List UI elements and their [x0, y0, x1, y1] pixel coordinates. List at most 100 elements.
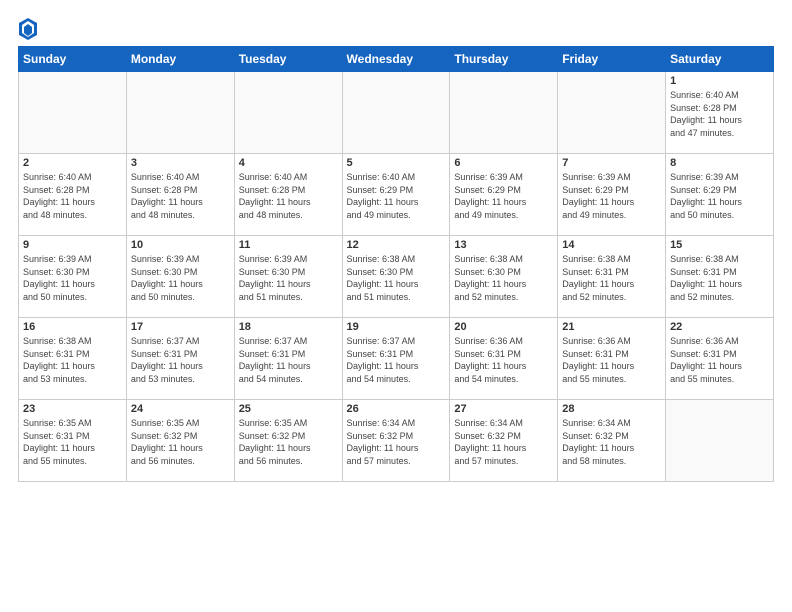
day-number: 1 [670, 75, 769, 87]
day-cell: 23 Sunrise: 6:35 AM Sunset: 6:31 PM Dayli… [19, 400, 127, 482]
day-number: 10 [131, 239, 230, 251]
day-info: Sunrise: 6:34 AM Sunset: 6:32 PM Dayligh… [562, 417, 661, 467]
day-number: 25 [239, 403, 338, 415]
day-cell: 1 Sunrise: 6:40 AM Sunset: 6:28 PM Daylig… [666, 72, 774, 154]
day-number: 9 [23, 239, 122, 251]
weekday-header-friday: Friday [558, 47, 666, 72]
day-cell [558, 72, 666, 154]
day-info: Sunrise: 6:40 AM Sunset: 6:28 PM Dayligh… [670, 89, 769, 139]
page: SundayMondayTuesdayWednesdayThursdayFrid… [0, 0, 792, 612]
day-cell: 26 Sunrise: 6:34 AM Sunset: 6:32 PM Dayli… [342, 400, 450, 482]
week-row-1: 1 Sunrise: 6:40 AM Sunset: 6:28 PM Daylig… [19, 72, 774, 154]
day-info: Sunrise: 6:40 AM Sunset: 6:28 PM Dayligh… [23, 171, 122, 221]
day-number: 24 [131, 403, 230, 415]
day-info: Sunrise: 6:34 AM Sunset: 6:32 PM Dayligh… [454, 417, 553, 467]
day-info: Sunrise: 6:40 AM Sunset: 6:28 PM Dayligh… [131, 171, 230, 221]
day-cell: 16 Sunrise: 6:38 AM Sunset: 6:31 PM Dayli… [19, 318, 127, 400]
day-info: Sunrise: 6:39 AM Sunset: 6:30 PM Dayligh… [131, 253, 230, 303]
day-number: 27 [454, 403, 553, 415]
day-cell: 2Sunrise: 6:40 AM Sunset: 6:28 PM Daylig… [19, 154, 127, 236]
day-number: 26 [347, 403, 446, 415]
day-number: 12 [347, 239, 446, 251]
day-cell: 12 Sunrise: 6:38 AM Sunset: 6:30 PM Dayli… [342, 236, 450, 318]
day-info: Sunrise: 6:35 AM Sunset: 6:32 PM Dayligh… [131, 417, 230, 467]
day-number: 28 [562, 403, 661, 415]
day-info: Sunrise: 6:35 AM Sunset: 6:31 PM Dayligh… [23, 417, 122, 467]
day-cell: 7 Sunrise: 6:39 AM Sunset: 6:29 PM Daylig… [558, 154, 666, 236]
day-number: 11 [239, 239, 338, 251]
day-number: 7 [562, 157, 661, 169]
day-cell [450, 72, 558, 154]
day-info: Sunrise: 6:37 AM Sunset: 6:31 PM Dayligh… [347, 335, 446, 385]
day-cell [342, 72, 450, 154]
day-info: Sunrise: 6:39 AM Sunset: 6:29 PM Dayligh… [454, 171, 553, 221]
weekday-header-wednesday: Wednesday [342, 47, 450, 72]
day-number: 5 [347, 157, 446, 169]
day-cell [234, 72, 342, 154]
day-cell: 21Sunrise: 6:36 AM Sunset: 6:31 PM Dayli… [558, 318, 666, 400]
day-cell: 25 Sunrise: 6:35 AM Sunset: 6:32 PM Dayli… [234, 400, 342, 482]
day-info: Sunrise: 6:40 AM Sunset: 6:29 PM Dayligh… [347, 171, 446, 221]
day-cell: 19Sunrise: 6:37 AM Sunset: 6:31 PM Dayli… [342, 318, 450, 400]
day-cell: 11 Sunrise: 6:39 AM Sunset: 6:30 PM Dayli… [234, 236, 342, 318]
day-cell: 9 Sunrise: 6:39 AM Sunset: 6:30 PM Daylig… [19, 236, 127, 318]
day-cell: 24 Sunrise: 6:35 AM Sunset: 6:32 PM Dayli… [126, 400, 234, 482]
day-number: 21 [562, 321, 661, 333]
week-row-5: 23 Sunrise: 6:35 AM Sunset: 6:31 PM Dayli… [19, 400, 774, 482]
day-cell: 28 Sunrise: 6:34 AM Sunset: 6:32 PM Dayli… [558, 400, 666, 482]
day-info: Sunrise: 6:35 AM Sunset: 6:32 PM Dayligh… [239, 417, 338, 467]
day-number: 22 [670, 321, 769, 333]
day-cell: 13Sunrise: 6:38 AM Sunset: 6:30 PM Dayli… [450, 236, 558, 318]
day-info: Sunrise: 6:38 AM Sunset: 6:31 PM Dayligh… [670, 253, 769, 303]
day-cell [666, 400, 774, 482]
day-cell: 18 Sunrise: 6:37 AM Sunset: 6:31 PM Dayli… [234, 318, 342, 400]
day-cell: 8 Sunrise: 6:39 AM Sunset: 6:29 PM Daylig… [666, 154, 774, 236]
day-info: Sunrise: 6:37 AM Sunset: 6:31 PM Dayligh… [131, 335, 230, 385]
day-info: Sunrise: 6:39 AM Sunset: 6:30 PM Dayligh… [23, 253, 122, 303]
day-number: 13 [454, 239, 553, 251]
header [18, 18, 774, 40]
day-number: 23 [23, 403, 122, 415]
logo-icon [19, 18, 37, 40]
day-number: 3 [131, 157, 230, 169]
calendar-table: SundayMondayTuesdayWednesdayThursdayFrid… [18, 46, 774, 482]
day-number: 18 [239, 321, 338, 333]
day-info: Sunrise: 6:39 AM Sunset: 6:29 PM Dayligh… [562, 171, 661, 221]
day-info: Sunrise: 6:38 AM Sunset: 6:31 PM Dayligh… [23, 335, 122, 385]
day-info: Sunrise: 6:39 AM Sunset: 6:29 PM Dayligh… [670, 171, 769, 221]
day-cell: 27 Sunrise: 6:34 AM Sunset: 6:32 PM Dayli… [450, 400, 558, 482]
day-info: Sunrise: 6:36 AM Sunset: 6:31 PM Dayligh… [454, 335, 553, 385]
day-info: Sunrise: 6:38 AM Sunset: 6:30 PM Dayligh… [347, 253, 446, 303]
day-number: 16 [23, 321, 122, 333]
day-cell: 15 Sunrise: 6:38 AM Sunset: 6:31 PM Dayli… [666, 236, 774, 318]
weekday-header-row: SundayMondayTuesdayWednesdayThursdayFrid… [19, 47, 774, 72]
day-number: 14 [562, 239, 661, 251]
day-info: Sunrise: 6:38 AM Sunset: 6:31 PM Dayligh… [562, 253, 661, 303]
weekday-header-monday: Monday [126, 47, 234, 72]
day-number: 17 [131, 321, 230, 333]
day-info: Sunrise: 6:39 AM Sunset: 6:30 PM Dayligh… [239, 253, 338, 303]
day-cell: 3 Sunrise: 6:40 AM Sunset: 6:28 PM Daylig… [126, 154, 234, 236]
day-number: 20 [454, 321, 553, 333]
weekday-header-thursday: Thursday [450, 47, 558, 72]
weekday-header-sunday: Sunday [19, 47, 127, 72]
day-cell: 4 Sunrise: 6:40 AM Sunset: 6:28 PM Daylig… [234, 154, 342, 236]
day-info: Sunrise: 6:34 AM Sunset: 6:32 PM Dayligh… [347, 417, 446, 467]
weekday-header-tuesday: Tuesday [234, 47, 342, 72]
week-row-2: 2Sunrise: 6:40 AM Sunset: 6:28 PM Daylig… [19, 154, 774, 236]
day-info: Sunrise: 6:36 AM Sunset: 6:31 PM Dayligh… [670, 335, 769, 385]
day-cell: 6 Sunrise: 6:39 AM Sunset: 6:29 PM Daylig… [450, 154, 558, 236]
day-cell: 20 Sunrise: 6:36 AM Sunset: 6:31 PM Dayli… [450, 318, 558, 400]
day-cell: 5 Sunrise: 6:40 AM Sunset: 6:29 PM Daylig… [342, 154, 450, 236]
day-cell [19, 72, 127, 154]
day-cell: 14 Sunrise: 6:38 AM Sunset: 6:31 PM Dayli… [558, 236, 666, 318]
weekday-header-saturday: Saturday [666, 47, 774, 72]
day-cell: 10 Sunrise: 6:39 AM Sunset: 6:30 PM Dayli… [126, 236, 234, 318]
day-info: Sunrise: 6:37 AM Sunset: 6:31 PM Dayligh… [239, 335, 338, 385]
day-info: Sunrise: 6:40 AM Sunset: 6:28 PM Dayligh… [239, 171, 338, 221]
day-number: 8 [670, 157, 769, 169]
day-number: 4 [239, 157, 338, 169]
day-number: 15 [670, 239, 769, 251]
day-number: 6 [454, 157, 553, 169]
day-cell: 17 Sunrise: 6:37 AM Sunset: 6:31 PM Dayli… [126, 318, 234, 400]
